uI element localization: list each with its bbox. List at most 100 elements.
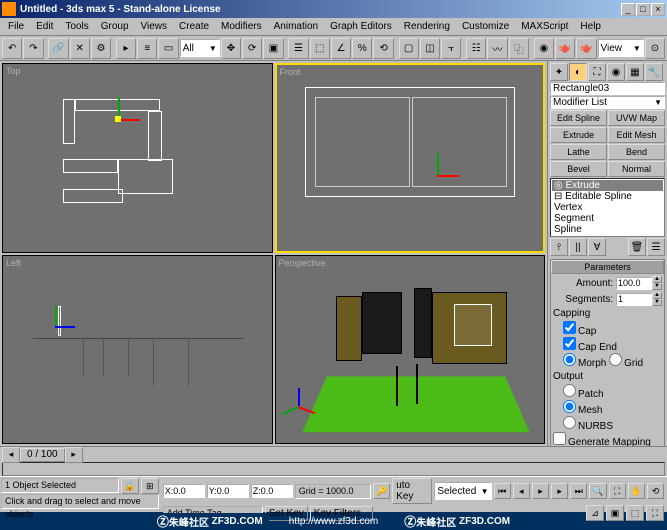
btn-bend[interactable]: Bend: [608, 144, 665, 160]
zoom-icon[interactable]: 🔍: [589, 483, 606, 499]
utilities-tab[interactable]: 🔧: [645, 63, 663, 81]
rotate-button[interactable]: ⟳: [242, 38, 262, 59]
percent-snap-button[interactable]: %: [352, 38, 372, 59]
object-name-field[interactable]: [550, 82, 665, 95]
stack-segment[interactable]: Segment: [552, 213, 663, 224]
angle-snap-button[interactable]: ∠: [331, 38, 351, 59]
btn-edit-mesh[interactable]: Edit Mesh: [608, 127, 665, 143]
menu-rendering[interactable]: Rendering: [398, 19, 456, 34]
selection-filter-dropdown[interactable]: All▼: [180, 39, 220, 57]
play-button[interactable]: ▸: [532, 483, 549, 499]
scale-button[interactable]: ▣: [263, 38, 283, 59]
btn-edit-spline[interactable]: Edit Spline: [550, 110, 607, 126]
stack-editable-spline[interactable]: ⊟ Editable Spline: [552, 191, 663, 202]
segments-field[interactable]: [616, 293, 652, 306]
menu-graph-editors[interactable]: Graph Editors: [324, 19, 398, 34]
select-name-button[interactable]: ≡: [137, 38, 157, 59]
time-display[interactable]: 0 / 100: [20, 448, 65, 462]
lock-selection-button[interactable]: 🔒: [121, 478, 139, 494]
viewport-front[interactable]: Front: [275, 63, 546, 253]
menu-animation[interactable]: Animation: [268, 19, 324, 34]
gen-mapping-checkbox[interactable]: Generate Mapping: [553, 437, 651, 446]
snap-button[interactable]: ⬚: [310, 38, 330, 59]
y-coord-field[interactable]: [207, 484, 249, 498]
region-zoom-icon[interactable]: ⬚: [626, 505, 644, 521]
viewport-perspective[interactable]: Perspective: [275, 255, 546, 445]
viewport-left[interactable]: Left: [2, 255, 273, 445]
named-sel-button[interactable]: ▢: [399, 38, 419, 59]
schematic-button[interactable]: ⿻: [509, 38, 529, 59]
unlink-button[interactable]: ✕: [70, 38, 90, 59]
ref-coord-dropdown[interactable]: View▼: [598, 39, 644, 57]
stack-extrude[interactable]: ◎ Extrude: [552, 180, 663, 191]
stack-spline[interactable]: Spline: [552, 224, 663, 235]
min-max-toggle-icon[interactable]: ⛶: [646, 505, 664, 521]
btn-bevel[interactable]: Bevel: [550, 161, 607, 177]
key-selected-dropdown[interactable]: Selected▼: [434, 482, 491, 500]
btn-uvw-map[interactable]: UVW Map: [608, 110, 665, 126]
cap-start-checkbox[interactable]: Cap: [563, 326, 596, 336]
render-scene-button[interactable]: 🫖: [555, 38, 575, 59]
prev-frame-button[interactable]: ◂: [513, 483, 530, 499]
quick-render-button[interactable]: 🫖: [576, 38, 596, 59]
menu-file[interactable]: File: [2, 19, 30, 34]
modifier-stack[interactable]: ◎ Extrude ⊟ Editable Spline Vertex Segme…: [550, 178, 665, 237]
viewport-top[interactable]: Top: [2, 63, 273, 253]
track-bar[interactable]: [2, 462, 665, 476]
menu-maxscript[interactable]: MAXScript: [515, 19, 574, 34]
align-button[interactable]: ⫟: [441, 38, 461, 59]
zoom-all-icon[interactable]: ⛶: [609, 483, 626, 499]
move-button[interactable]: ✥: [221, 38, 241, 59]
spinner-snap-button[interactable]: ⟲: [373, 38, 393, 59]
autokey-label[interactable]: uto Key: [392, 478, 432, 504]
mirror-button[interactable]: ◫: [420, 38, 440, 59]
next-frame-button[interactable]: ▸: [551, 483, 568, 499]
segments-down[interactable]: ▼: [652, 299, 662, 306]
morph-radio[interactable]: Morph: [563, 358, 606, 368]
menu-group[interactable]: Group: [95, 19, 135, 34]
configure-sets-button[interactable]: ☰: [647, 238, 665, 256]
time-next[interactable]: ▸: [65, 447, 83, 463]
goto-start-button[interactable]: ⏮: [494, 483, 511, 499]
display-tab[interactable]: ▦: [626, 63, 644, 81]
amount-field[interactable]: [616, 277, 652, 290]
btn-lathe[interactable]: Lathe: [550, 144, 607, 160]
cap-end-checkbox[interactable]: Cap End: [563, 342, 617, 352]
modify-tab[interactable]: ◐: [569, 63, 587, 81]
amount-down[interactable]: ▼: [652, 283, 662, 290]
time-prev[interactable]: ◂: [2, 447, 20, 463]
center-button[interactable]: ⊙: [645, 38, 665, 59]
select-button[interactable]: ▸: [116, 38, 136, 59]
pan-icon[interactable]: ✋: [628, 483, 645, 499]
goto-end-button[interactable]: ⏭: [570, 483, 587, 499]
pin-stack-button[interactable]: ⫯: [550, 238, 568, 256]
close-button[interactable]: ×: [651, 3, 665, 16]
stack-vertex[interactable]: Vertex: [552, 202, 663, 213]
maximize-button[interactable]: □: [636, 3, 650, 16]
x-coord-field[interactable]: [163, 484, 205, 498]
fov-icon[interactable]: ⊿: [586, 505, 604, 521]
key-mode-button[interactable]: 🔑: [373, 483, 390, 499]
abs-rel-button[interactable]: ⊞: [141, 478, 159, 494]
parameters-rollout-header[interactable]: Parameters: [551, 260, 664, 274]
btn-extrude[interactable]: Extrude: [550, 127, 607, 143]
grid-radio[interactable]: Grid: [609, 358, 643, 368]
show-result-button[interactable]: ||: [569, 238, 587, 256]
mesh-radio[interactable]: Mesh: [563, 405, 602, 415]
curve-editor-button[interactable]: 〰: [487, 38, 507, 59]
menu-tools[interactable]: Tools: [59, 19, 94, 34]
redo-button[interactable]: ↷: [23, 38, 43, 59]
arc-rotate-icon[interactable]: ⟲: [647, 483, 664, 499]
amount-up[interactable]: ▲: [652, 276, 662, 283]
zoom-ext-icon[interactable]: ▣: [606, 505, 624, 521]
material-editor-button[interactable]: ◉: [534, 38, 554, 59]
menu-help[interactable]: Help: [574, 19, 607, 34]
nurbs-radio[interactable]: NURBS: [563, 421, 613, 431]
remove-modifier-button[interactable]: 🗑: [628, 238, 646, 256]
menu-customize[interactable]: Customize: [456, 19, 515, 34]
menu-modifiers[interactable]: Modifiers: [215, 19, 268, 34]
menu-create[interactable]: Create: [173, 19, 215, 34]
motion-tab[interactable]: ◉: [607, 63, 625, 81]
time-slider[interactable]: ◂ 0 / 100 ▸: [0, 446, 667, 462]
btn-normal[interactable]: Normal: [608, 161, 665, 177]
